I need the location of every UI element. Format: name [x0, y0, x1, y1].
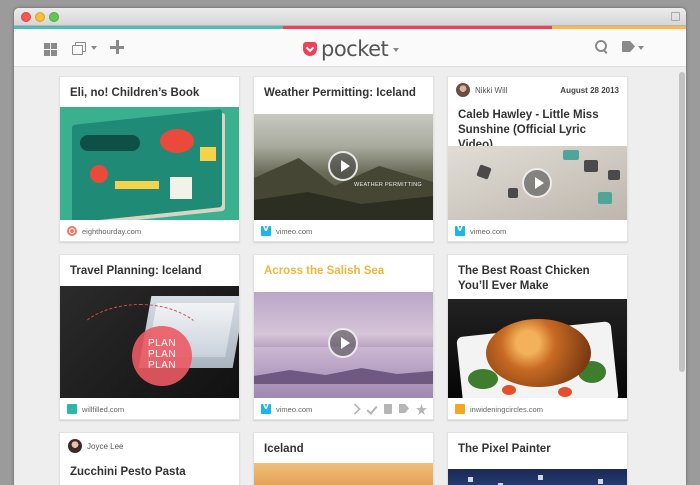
pocket-logo-menu[interactable]: pocket [303, 37, 400, 61]
card-author: Joyce Lee [87, 442, 124, 451]
avatar [68, 439, 82, 453]
card-source[interactable]: vimeo.com [470, 227, 506, 236]
card-source[interactable]: vimeo.com [276, 227, 312, 236]
search-icon[interactable] [595, 40, 609, 54]
card-title[interactable]: Zucchini Pesto Pasta [70, 465, 231, 480]
play-icon[interactable] [328, 328, 358, 358]
card-title[interactable]: The Best Roast Chicken You’ll Ever Make [458, 264, 619, 294]
chevron-down-icon[interactable] [91, 46, 97, 50]
card-source[interactable]: vimeo.com [276, 405, 312, 414]
card-title[interactable]: Weather Permitting: Iceland [264, 86, 425, 101]
avatar [456, 83, 470, 97]
card-thumbnail[interactable] [448, 299, 627, 398]
card-source[interactable]: willfilled.com [82, 405, 124, 414]
vimeo-icon [455, 224, 465, 236]
archive-check-icon[interactable] [366, 403, 378, 415]
card-byline: Joyce Lee [68, 439, 231, 455]
scrollbar-thumb[interactable] [679, 72, 685, 372]
thumbnail-text: PLAN PLAN PLAN [132, 326, 192, 386]
article-card[interactable]: The Best Roast Chicken You’ll Ever Make … [447, 254, 628, 420]
article-card[interactable]: Weather Permitting: Iceland WEATHER PERM… [253, 76, 434, 242]
card-title[interactable]: Across the Salish Sea [264, 264, 425, 279]
app-window: pocket Eli, no! Children’s Book eighthou… [14, 8, 686, 485]
play-icon[interactable] [522, 168, 552, 198]
card-source[interactable]: inwideningcircles.com [470, 405, 543, 414]
article-card[interactable]: Nikki Will August 28 2013 Caleb Hawley -… [447, 76, 628, 242]
card-thumbnail[interactable] [254, 292, 433, 398]
card-footer: eighthourday.com [60, 221, 239, 241]
list-view-icon[interactable] [72, 42, 88, 56]
card-title[interactable]: Eli, no! Children’s Book [70, 86, 231, 101]
card-thumbnail[interactable] [448, 146, 627, 220]
close-window-button[interactable] [21, 12, 31, 22]
article-card[interactable]: Across the Salish Sea vimeo.com [253, 254, 434, 420]
toolbar: pocket [14, 29, 686, 67]
play-icon[interactable] [328, 151, 358, 181]
card-footer: inwideningcircles.com [448, 399, 627, 419]
share-icon[interactable] [349, 403, 361, 415]
pocket-logo-icon [303, 42, 317, 56]
willfilled-icon [67, 404, 77, 414]
card-title[interactable]: The Pixel Painter [458, 442, 619, 457]
card-title[interactable]: Iceland [264, 442, 425, 457]
inwideningcircles-icon [455, 404, 465, 414]
add-icon[interactable] [110, 40, 124, 54]
article-card[interactable]: Iceland [253, 432, 434, 485]
card-footer: vimeo.com [254, 221, 433, 241]
card-thumbnail[interactable] [60, 107, 239, 220]
trash-icon[interactable] [384, 404, 392, 414]
card-source[interactable]: eighthourday.com [82, 227, 141, 236]
fullscreen-button[interactable] [671, 12, 680, 21]
chevron-down-icon [393, 48, 400, 52]
vimeo-icon [261, 402, 271, 414]
card-footer: vimeo.com [254, 399, 433, 419]
eighthourday-icon [67, 226, 77, 236]
article-card[interactable]: Eli, no! Children’s Book eighthourday.co… [59, 76, 240, 242]
card-footer: vimeo.com [448, 221, 627, 241]
card-footer: willfilled.com [60, 399, 239, 419]
article-card[interactable]: Joyce Lee Zucchini Pesto Pasta [59, 432, 240, 485]
tag-icon[interactable] [399, 404, 409, 413]
chevron-down-icon[interactable] [638, 46, 644, 50]
zoom-window-button[interactable] [49, 12, 59, 22]
article-card[interactable]: Travel Planning: Iceland PLAN PLAN PLAN … [59, 254, 240, 420]
card-title[interactable]: Travel Planning: Iceland [70, 264, 231, 279]
card-thumbnail[interactable]: WEATHER PERMITTING [254, 114, 433, 220]
card-actions [349, 403, 427, 415]
minimize-window-button[interactable] [35, 12, 45, 22]
card-thumbnail[interactable] [448, 469, 627, 485]
card-thumbnail[interactable] [254, 463, 433, 485]
card-author: Nikki Will [475, 86, 508, 95]
title-bar [14, 8, 686, 26]
star-icon[interactable] [416, 404, 427, 415]
card-byline: Nikki Will August 28 2013 [456, 83, 619, 99]
card-thumbnail[interactable]: PLAN PLAN PLAN [60, 286, 239, 398]
tag-icon[interactable] [622, 41, 635, 52]
app-name: pocket [321, 37, 389, 61]
card-date: August 28 2013 [560, 86, 619, 95]
grid-view-icon[interactable] [44, 43, 57, 56]
thumbnail-caption: WEATHER PERMITTING [354, 182, 422, 188]
article-card[interactable]: The Pixel Painter [447, 432, 628, 485]
vimeo-icon [261, 224, 271, 236]
